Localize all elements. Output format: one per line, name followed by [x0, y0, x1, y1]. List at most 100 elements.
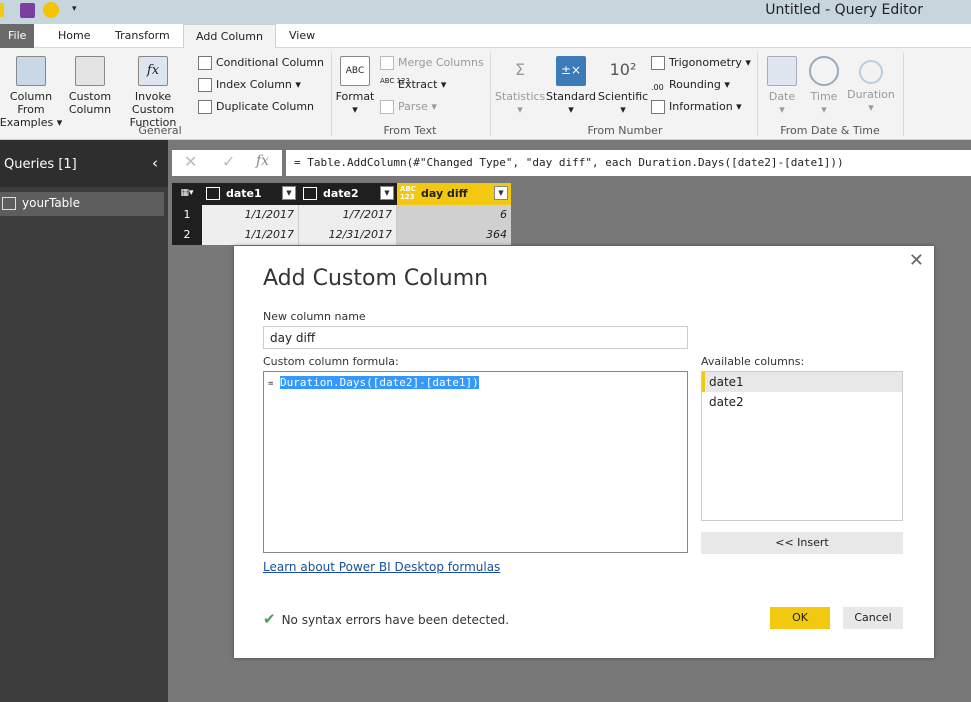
- row-number: 2: [172, 225, 202, 245]
- cell-date2[interactable]: 12/31/2017: [299, 225, 397, 245]
- smiley-feedback-icon[interactable]: [43, 2, 59, 18]
- queries-header: Queries [1] ‹: [0, 140, 168, 187]
- date-type-icon: [303, 187, 317, 200]
- ok-button[interactable]: OK: [770, 607, 830, 629]
- merge-columns-button[interactable]: Merge Columns: [380, 53, 484, 73]
- scientific-button[interactable]: 10² Scientific ▾: [598, 52, 648, 116]
- syntax-status: ✔ No syntax errors have been detected.: [263, 610, 510, 628]
- format-abc-icon: ABC: [340, 56, 370, 86]
- date-type-icon: [206, 187, 220, 200]
- duration-button[interactable]: Duration ▾: [846, 52, 896, 114]
- divider: [903, 52, 904, 136]
- cell-date1[interactable]: 1/1/2017: [202, 225, 299, 245]
- cell-day-diff[interactable]: 6: [397, 205, 511, 225]
- row-number: 1: [172, 205, 202, 225]
- query-item-yourtable[interactable]: yourTable: [0, 192, 164, 216]
- cell-day-diff[interactable]: 364: [397, 225, 511, 245]
- formula-bar-input[interactable]: = Table.AddColumn(#"Changed Type", "day …: [286, 150, 971, 176]
- index-column-icon: [198, 78, 212, 92]
- extract-button[interactable]: ABC 123Extract ▾: [380, 75, 446, 95]
- tab-home[interactable]: Home: [46, 24, 102, 48]
- parse-button[interactable]: Parse ▾: [380, 97, 437, 117]
- column-header-day-diff[interactable]: ABC 123 day diff ▼: [397, 183, 511, 205]
- time-button[interactable]: Time ▾: [804, 52, 844, 116]
- group-label-from-date-time: From Date & Time: [780, 124, 880, 137]
- tab-add-column[interactable]: Add Column: [183, 24, 276, 49]
- group-label-general: General: [138, 124, 182, 137]
- learn-formulas-link[interactable]: Learn about Power BI Desktop formulas: [263, 560, 500, 574]
- column-from-examples-button[interactable]: Column From Examples ▾: [0, 52, 66, 129]
- cancel-x-icon[interactable]: ✕: [184, 152, 197, 171]
- information-button[interactable]: Information ▾: [651, 97, 742, 117]
- statistics-sigma-icon: Σ: [514, 60, 526, 79]
- trigonometry-icon: [651, 56, 665, 70]
- close-icon[interactable]: ✕: [909, 250, 924, 271]
- tab-view[interactable]: View: [277, 24, 327, 48]
- fx-icon[interactable]: fx: [256, 153, 269, 169]
- duplicate-column-icon: [198, 100, 212, 114]
- function-icon: fx: [138, 56, 168, 86]
- invoke-custom-function-button[interactable]: fx Invoke Custom Function: [114, 52, 192, 129]
- collapse-chevron-icon[interactable]: ‹: [152, 154, 158, 172]
- title-bar: ▾ Untitled - Query Editor: [0, 0, 971, 24]
- available-column-item[interactable]: date2: [702, 392, 902, 412]
- group-label-from-number: From Number: [587, 124, 663, 137]
- duplicate-column-button[interactable]: Duplicate Column: [198, 97, 314, 117]
- table-menu-icon[interactable]: ▦▾: [172, 183, 202, 205]
- table-icon: [2, 197, 16, 210]
- index-column-button[interactable]: Index Column ▾: [198, 75, 301, 95]
- group-label-from-text: From Text: [383, 124, 437, 137]
- extract-abc123-icon: ABC 123: [380, 77, 410, 85]
- custom-formula-label: Custom column formula:: [263, 355, 399, 368]
- available-columns-list[interactable]: date1 date2: [701, 371, 903, 521]
- stopwatch-icon: [859, 60, 883, 84]
- statistics-button[interactable]: Σ Statistics ▾: [495, 52, 545, 116]
- date-button[interactable]: Date ▾: [762, 52, 802, 116]
- cell-date1[interactable]: 1/1/2017: [202, 205, 299, 225]
- new-column-name-label: New column name: [263, 310, 366, 323]
- trigonometry-button[interactable]: Trigonometry ▾: [651, 53, 751, 73]
- information-icon: [651, 100, 665, 114]
- available-column-item[interactable]: date1: [702, 372, 902, 392]
- custom-formula-editor[interactable]: = Duration.Days([date2]-[date1]): [263, 371, 688, 553]
- column-header-date1[interactable]: date1 ▼: [202, 183, 299, 205]
- column-from-examples-icon: [16, 56, 46, 86]
- filter-dropdown-icon[interactable]: ▼: [380, 186, 394, 200]
- formula-bar-controls: ✕ ✓ fx: [172, 150, 282, 176]
- window-title: Untitled - Query Editor: [765, 2, 923, 18]
- conditional-column-button[interactable]: Conditional Column: [198, 53, 324, 73]
- save-icon[interactable]: [20, 3, 35, 18]
- new-column-name-input[interactable]: day diff: [263, 326, 688, 349]
- tab-transform[interactable]: Transform: [103, 24, 182, 48]
- filter-dropdown-icon[interactable]: ▼: [494, 186, 508, 200]
- insert-button[interactable]: << Insert: [701, 532, 903, 554]
- parse-icon: [380, 100, 394, 114]
- standard-button[interactable]: ±× Standard ▾: [546, 52, 596, 116]
- format-button[interactable]: ABC Format ▾: [335, 52, 375, 116]
- clock-icon: [809, 56, 839, 86]
- cell-date2[interactable]: 1/7/2017: [299, 205, 397, 225]
- conditional-column-icon: [198, 56, 212, 70]
- queries-pane: Queries [1] ‹ yourTable: [0, 140, 168, 702]
- scientific-power-icon: 10²: [609, 60, 637, 79]
- ribbon-tabs: File Home Transform Add Column View: [0, 24, 971, 49]
- ribbon: Column From Examples ▾ Custom Column fx Inv…: [0, 48, 971, 140]
- custom-column-icon: [75, 56, 105, 86]
- rounding-icon: .00: [651, 83, 664, 92]
- confirm-check-icon[interactable]: ✓: [222, 152, 235, 171]
- divider: [490, 52, 491, 136]
- custom-column-button[interactable]: Custom Column: [68, 52, 112, 116]
- app-icon: [0, 3, 4, 17]
- cancel-button[interactable]: Cancel: [843, 607, 903, 629]
- dialog-title: Add Custom Column: [263, 266, 489, 291]
- tab-file[interactable]: File: [0, 24, 35, 48]
- column-header-date2[interactable]: date2 ▼: [299, 183, 397, 205]
- rounding-button[interactable]: .00 Rounding ▾: [651, 75, 730, 95]
- customize-toolbar-icon[interactable]: ▾: [72, 4, 77, 14]
- merge-columns-icon: [380, 56, 394, 70]
- filter-dropdown-icon[interactable]: ▼: [282, 186, 296, 200]
- any-type-icon: ABC 123: [400, 185, 416, 201]
- add-custom-column-dialog: Add Custom Column ✕ New column name day …: [234, 246, 934, 658]
- calendar-icon: [767, 56, 797, 86]
- divider: [757, 52, 758, 136]
